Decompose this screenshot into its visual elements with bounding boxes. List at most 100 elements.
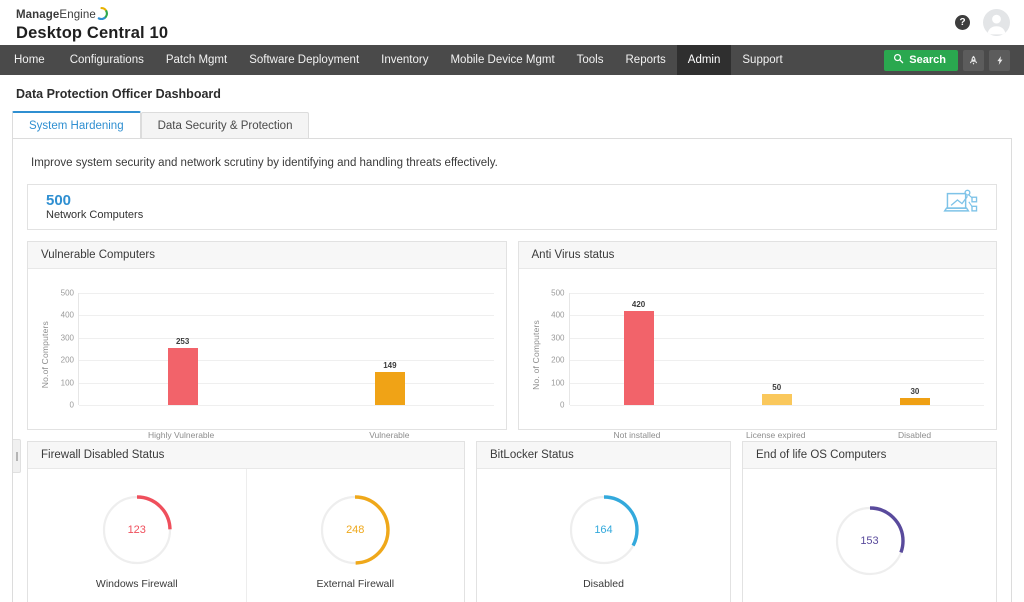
x-label: Vulnerable xyxy=(285,430,493,440)
bar-item: 149 xyxy=(286,293,493,405)
nav-item-inventory[interactable]: Inventory xyxy=(370,45,439,75)
x-label: Highly Vulnerable xyxy=(77,430,285,440)
bar-chart-vulnerable-computers: No.of Computers 500 400 300 200 100 0 xyxy=(28,269,506,429)
network-computers-summary: 500 Network Computers xyxy=(27,184,997,230)
x-axis-labels-vulnerable: Highly Vulnerable Vulnerable xyxy=(77,430,494,440)
sidebar-collapse-handle[interactable] xyxy=(13,439,21,473)
x-axis-labels-antivirus: Not installed License expired Disabled xyxy=(568,430,985,440)
bar-chart-anti-virus-status: No. of Computers 500 400 300 200 100 0 xyxy=(519,269,997,429)
bar-rect-vulnerable[interactable] xyxy=(375,372,405,405)
donut-label-external-firewall: External Firewall xyxy=(316,578,394,590)
product-name: Desktop Central 10 xyxy=(16,25,168,42)
nav-item-support[interactable]: Support xyxy=(731,45,793,75)
y-tick: 400 xyxy=(539,311,565,320)
search-icon xyxy=(893,53,904,67)
card-body-bitlocker-status: 164 Disabled xyxy=(477,469,730,602)
bar-rect-not-installed[interactable] xyxy=(624,311,654,405)
donut-external-firewall[interactable]: 248 xyxy=(318,493,392,567)
donut-bitlocker-disabled[interactable]: 164 xyxy=(567,493,641,567)
lightning-bolt-icon[interactable] xyxy=(989,50,1010,71)
bar-rect-disabled[interactable] xyxy=(900,398,930,405)
plot-area-vulnerable: 253 149 xyxy=(78,293,494,405)
tab-system-hardening[interactable]: System Hardening xyxy=(12,111,141,139)
donut-charts-row: Firewall Disabled Status 123 Windows Fir… xyxy=(27,441,997,602)
donut-cell-windows-firewall: 123 Windows Firewall xyxy=(28,469,246,602)
y-tick: 300 xyxy=(539,333,565,342)
card-firewall-disabled-status: Firewall Disabled Status 123 Windows Fir… xyxy=(27,441,465,602)
logo-engine-text: Engine xyxy=(59,9,95,21)
card-title-firewall-disabled-status: Firewall Disabled Status xyxy=(28,442,464,469)
donut-label-bitlocker-disabled: Disabled xyxy=(583,578,624,590)
donut-cell-eol-os: 153 xyxy=(743,469,996,602)
dashboard-intro-text: Improve system security and network scru… xyxy=(13,139,1011,169)
donut-value: 153 xyxy=(833,504,907,578)
bar-rect-highly-vulnerable[interactable] xyxy=(168,348,198,405)
nav-item-admin[interactable]: Admin xyxy=(677,45,732,75)
bar-rect-license-expired[interactable] xyxy=(762,394,792,405)
rocket-icon[interactable] xyxy=(963,50,984,71)
firewall-donuts: 123 Windows Firewall 248 External Firewa… xyxy=(28,469,464,602)
y-tick: 500 xyxy=(48,289,74,298)
bar-value: 420 xyxy=(632,300,645,309)
manageengine-logo[interactable]: ManageEngine Desktop Central 10 xyxy=(16,4,168,42)
card-title-bitlocker-status: BitLocker Status xyxy=(477,442,730,469)
nav-item-reports[interactable]: Reports xyxy=(615,45,677,75)
card-body-anti-virus-status: No. of Computers 500 400 300 200 100 0 xyxy=(519,269,997,429)
bar-value: 149 xyxy=(383,361,396,370)
donut-value: 248 xyxy=(318,493,392,567)
nav-item-configurations[interactable]: Configurations xyxy=(59,45,155,75)
nav-item-tools[interactable]: Tools xyxy=(566,45,615,75)
bitlocker-donuts: 164 Disabled xyxy=(477,469,730,602)
network-computers-count: 500 xyxy=(46,192,143,209)
card-title-vulnerable-computers: Vulnerable Computers xyxy=(28,242,506,269)
search-button[interactable]: Search xyxy=(884,50,958,71)
donut-windows-firewall[interactable]: 123 xyxy=(100,493,174,567)
y-tick: 100 xyxy=(539,378,565,387)
y-axis-antivirus: 500 400 300 200 100 0 xyxy=(543,293,569,405)
y-tick: 500 xyxy=(539,289,565,298)
bar-value: 253 xyxy=(176,337,189,346)
bars-antivirus: 420 50 30 xyxy=(570,293,985,405)
card-body-end-of-life-os-computers: 153 xyxy=(743,469,996,602)
network-computers-label: Network Computers xyxy=(46,209,143,222)
donut-label-windows-firewall: Windows Firewall xyxy=(96,578,178,590)
nav-item-software-deployment[interactable]: Software Deployment xyxy=(238,45,370,75)
x-label: Disabled xyxy=(845,430,984,440)
eol-donuts: 153 xyxy=(743,469,996,602)
donut-value: 123 xyxy=(100,493,174,567)
y-tick: 200 xyxy=(539,356,565,365)
brand-header: ManageEngine Desktop Central 10 ? xyxy=(0,0,1024,45)
bar-value: 50 xyxy=(772,383,781,392)
card-anti-virus-status: Anti Virus status No. of Computers 500 4… xyxy=(518,241,998,430)
nav-item-patch-mgmt[interactable]: Patch Mgmt xyxy=(155,45,238,75)
donut-eol-os[interactable]: 153 xyxy=(833,504,907,578)
bar-value: 30 xyxy=(910,387,919,396)
nav-item-mobile-device-mgmt[interactable]: Mobile Device Mgmt xyxy=(439,45,565,75)
card-vulnerable-computers: Vulnerable Computers No.of Computers 500… xyxy=(27,241,507,430)
bars-vulnerable: 253 149 xyxy=(79,293,494,405)
y-tick: 0 xyxy=(48,401,74,410)
product-version: 10 xyxy=(150,24,169,42)
brand-header-actions: ? xyxy=(955,9,1010,36)
nav-item-home[interactable]: Home xyxy=(0,45,59,75)
manageengine-swirl-icon xyxy=(95,7,108,20)
nav-right-actions: Search xyxy=(884,45,1016,75)
card-body-firewall-disabled-status: 123 Windows Firewall 248 External Firewa… xyxy=(28,469,464,602)
bar-item: 420 xyxy=(570,293,708,405)
user-avatar-icon[interactable] xyxy=(983,9,1010,36)
bar-charts-row: Vulnerable Computers No.of Computers 500… xyxy=(27,241,997,430)
product-title: Desktop Central xyxy=(16,24,145,42)
y-tick: 100 xyxy=(48,378,74,387)
card-body-vulnerable-computers: No.of Computers 500 400 300 200 100 0 xyxy=(28,269,506,429)
bar-item: 253 xyxy=(79,293,286,405)
card-end-of-life-os-computers: End of life OS Computers 153 xyxy=(742,441,997,602)
logo-manageengine-text: ManageEngine xyxy=(16,7,108,22)
bar-item: 50 xyxy=(708,293,846,405)
donut-value: 164 xyxy=(567,493,641,567)
bar-item: 30 xyxy=(846,293,984,405)
y-tick: 0 xyxy=(539,401,565,410)
tab-data-security-protection[interactable]: Data Security & Protection xyxy=(141,112,310,139)
card-title-anti-virus-status: Anti Virus status xyxy=(519,242,997,269)
network-computers-icon xyxy=(942,189,982,225)
help-circle-icon[interactable]: ? xyxy=(955,15,970,30)
